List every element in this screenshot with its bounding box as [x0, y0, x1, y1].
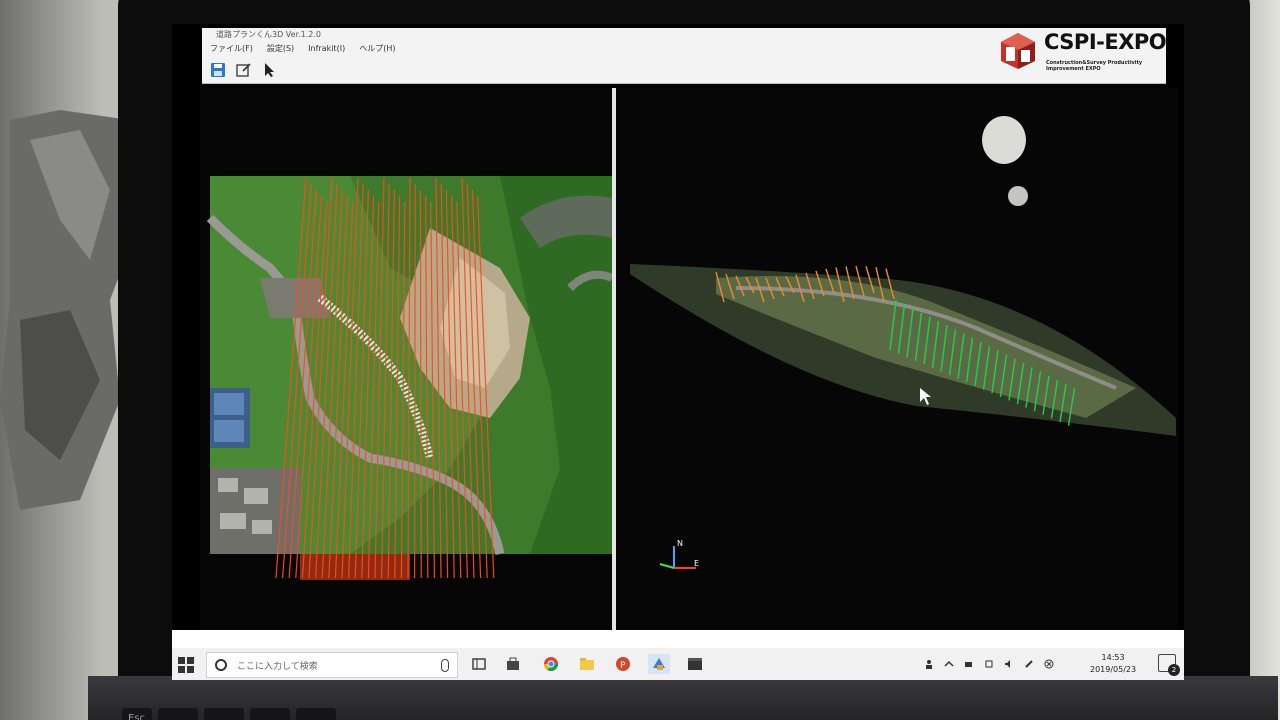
close-icon[interactable]: [1044, 659, 1054, 669]
esc-key: Esc: [122, 708, 152, 720]
cortana-icon: [215, 659, 227, 671]
edit-button[interactable]: [234, 61, 254, 79]
file-explorer-icon[interactable]: [576, 654, 598, 674]
task-view-icon[interactable]: [468, 654, 490, 674]
3d-terrain-view: N E: [630, 116, 1176, 569]
route-section-line: [419, 189, 422, 579]
network-icon[interactable]: [984, 659, 994, 669]
window-title: 道路プランくん3D Ver.1.2.0: [216, 30, 322, 39]
people-icon[interactable]: [924, 659, 934, 669]
notification-badge: 2: [1168, 664, 1180, 676]
system-tray: [924, 654, 1054, 674]
microphone-icon[interactable]: [441, 659, 449, 672]
map-viewport-left[interactable]: [200, 88, 612, 630]
clock-time: 14:53: [1101, 653, 1125, 662]
axis-gizmo: N E: [659, 539, 699, 569]
keyboard: Esc: [88, 676, 1278, 720]
menu-help[interactable]: ヘルプ(H): [359, 42, 395, 56]
axis-label-n: N: [677, 539, 683, 548]
edit-icon: [236, 63, 251, 77]
3d-viewport-right[interactable]: N E: [616, 88, 1178, 630]
app-screen: 道路プランくん3D Ver.1.2.0 ファイル(F) 設定(S) Infrak…: [172, 24, 1184, 680]
aerial-map: [206, 176, 612, 580]
battery-icon[interactable]: [964, 659, 974, 669]
store-icon[interactable]: [502, 654, 524, 674]
windows-taskbar: ここに入力して検索 P 14:53 2019/05/23 2: [172, 630, 1184, 680]
route-section-line: [414, 183, 416, 579]
key: [158, 708, 198, 720]
volume-icon[interactable]: [1004, 659, 1014, 669]
chrome-icon[interactable]: [540, 654, 562, 674]
svg-text:P: P: [620, 661, 626, 671]
pointer-button[interactable]: [260, 61, 280, 79]
key: [204, 708, 244, 720]
taskbar-top-strip: [172, 630, 1184, 648]
key: [250, 708, 290, 720]
action-center-icon[interactable]: 2: [1158, 654, 1180, 676]
pen-icon[interactable]: [1024, 659, 1034, 669]
video-editor-icon[interactable]: [684, 654, 706, 674]
logo-cube-icon: [1001, 33, 1035, 69]
taskbar-clock[interactable]: 14:53 2019/05/23: [1090, 652, 1136, 676]
cspi-expo-logo: CSPI-EXPO Construction&Survey Productivi…: [1000, 30, 1180, 74]
menu-file[interactable]: ファイル(F): [210, 42, 253, 56]
search-placeholder: ここに入力して検索: [237, 662, 318, 672]
app-icon[interactable]: [648, 654, 670, 674]
logo-title: CSPI-EXPO: [1044, 30, 1167, 54]
windows-start-icon[interactable]: [178, 657, 194, 673]
pointer-icon: [265, 63, 274, 77]
taskbar-search-box[interactable]: ここに入力して検索: [206, 652, 458, 678]
axis-label-e: E: [694, 559, 699, 568]
menu-settings[interactable]: 設定(S): [267, 42, 294, 56]
logo-subtitle: Construction&Survey Productivity Improve…: [1046, 60, 1143, 72]
key: [296, 708, 336, 720]
menu-infrakit[interactable]: Infrakit(I): [308, 42, 345, 56]
taskbar-main: ここに入力して検索 P 14:53 2019/05/23 2: [172, 648, 1184, 680]
save-button[interactable]: [208, 61, 228, 79]
clock-date: 2019/05/23: [1090, 665, 1137, 674]
save-icon: [211, 63, 225, 77]
photo-scene: Esc 道路プランくん3D Ver.1.2.0 ファイル(F) 設定(S) In…: [0, 0, 1280, 720]
powerpoint-icon[interactable]: P: [612, 654, 634, 674]
chevron-up-icon[interactable]: [944, 659, 954, 669]
